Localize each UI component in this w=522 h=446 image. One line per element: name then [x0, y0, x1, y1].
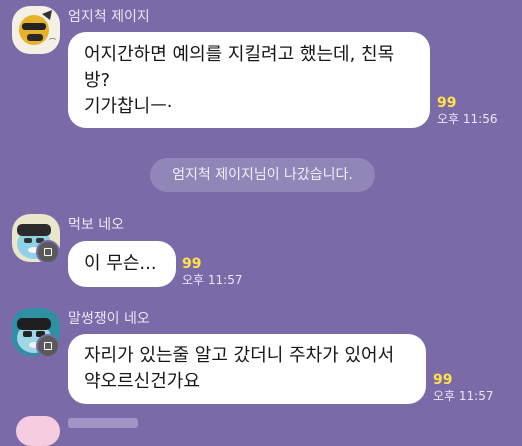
message-bubble[interactable]: 자리가 있는줄 알고 갔더니 주차가 있어서 약오르신건가요 [68, 334, 426, 404]
message-meta: 99 오후 11:57 [182, 256, 242, 288]
message-line: 자리가 있는줄 알고 갔더니 주차가 있어서 [84, 345, 395, 366]
sender-name: 엄지척 제이지 [68, 9, 150, 25]
message-line: 어지간하면 예의를 지킬려고 했는데, 친목 [84, 44, 395, 65]
open-chat-badge-icon [36, 240, 60, 264]
sender-name: 말썽쟁이 네오 [68, 311, 150, 327]
message-meta: 99 오후 11:56 [437, 95, 497, 127]
avatar-next-partial[interactable] [16, 416, 60, 446]
message-line: 방? [84, 70, 111, 91]
message-meta: 99 오후 11:57 [433, 372, 493, 404]
sender-name: 먹보 네오 [68, 217, 124, 233]
avatar-jay-g[interactable]: ⌒ [12, 6, 60, 54]
svg-text:⌒: ⌒ [49, 38, 56, 46]
message-line: 기가찹니ㅡ· [84, 96, 173, 117]
open-chat-badge-icon [36, 334, 60, 358]
message-time: 오후 11:57 [182, 273, 243, 287]
muzi-avatar-icon: ⌒ [12, 6, 60, 54]
message-bubble[interactable]: 이 무슨... [68, 241, 176, 287]
sender-name-partial [68, 418, 138, 428]
system-notice: 엄지척 제이지님이 나갔습니다. [150, 158, 375, 192]
message-time: 오후 11:57 [433, 389, 494, 403]
unread-count: 99 [437, 95, 457, 111]
message-time: 오후 11:56 [437, 112, 498, 126]
message-bubble[interactable]: 어지간하면 예의를 지킬려고 했는데, 친목 방? 기가찹니ㅡ· [68, 32, 430, 128]
unread-count: 99 [433, 372, 453, 388]
message-line: 이 무슨... [84, 253, 157, 274]
message-line: 약오르신건가요 [84, 371, 200, 392]
unread-count: 99 [182, 256, 202, 272]
